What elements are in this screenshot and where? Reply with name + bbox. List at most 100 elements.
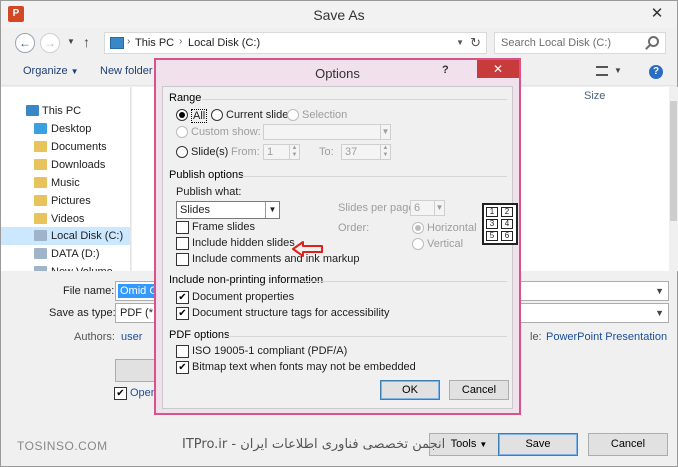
cancel-button[interactable]: Cancel [588,433,668,456]
options-dialog: Options ? ✕ Range All Current slide Sele… [154,58,521,415]
recent-locations-chevron-icon[interactable]: ▼ [67,37,75,46]
range-selection-label: Selection [302,109,348,121]
custom-show-select[interactable]: ▼ [263,124,391,140]
dialog-cancel-button[interactable]: Cancel [449,380,509,400]
up-arrow-icon[interactable]: ↑ [83,34,90,50]
slide-order-preview: 1 2 3 4 5 6 [482,203,518,245]
range-slides-label: Slide(s) [191,146,229,158]
spinner-arrows-icon[interactable]: ▲ ▼ [380,145,390,159]
sidebar-item-downloads[interactable]: Downloads [1,156,130,174]
window-close-button[interactable]: ✕ [647,4,667,24]
chevron-down-icon[interactable]: ▼ [655,308,664,318]
videos-folder-icon [34,213,47,224]
sidebar-item-label: DATA (D:) [51,248,100,260]
slides-per-page-value: 6 [414,202,421,214]
sidebar-item-new-volume-e[interactable]: New Volume (E:) [1,263,130,271]
chevron-down-icon[interactable]: ▼ [456,38,464,47]
order-horizontal-label: Horizontal [427,222,477,234]
sidebar-item-this-pc[interactable]: This PC [1,102,130,120]
range-slides-radio[interactable] [176,146,188,158]
watermark-itpro: انجمن تخصصی فناوری اطلاعات ایران - ITPro… [182,437,446,452]
open-file-after-publishing-checkbox[interactable] [114,387,127,400]
non-printing-section-label: Include non-printing information [169,274,324,286]
sidebar-item-data-d[interactable]: DATA (D:) [1,245,130,263]
refresh-icon[interactable]: ↻ [470,35,481,51]
dialog-close-button[interactable]: ✕ [477,60,519,78]
sidebar-item-local-disk-c[interactable]: Local Disk (C:) [1,227,130,245]
music-folder-icon [34,177,47,188]
iso-pdfa-checkbox[interactable] [176,345,189,358]
forward-button[interactable]: → [40,33,60,53]
order-vertical-label: Vertical [427,238,464,250]
spinner-arrows-icon[interactable]: ▲ ▼ [289,145,299,159]
file-name-label: File name: [63,285,115,297]
file-list-scrollbar[interactable] [669,87,678,271]
sidebar-item-label: Videos [51,213,85,225]
breadcrumb-this-pc[interactable]: This PC [135,37,174,49]
save-button[interactable]: Save [498,433,578,456]
search-input[interactable]: Search Local Disk (C:) [501,37,611,49]
preview-cell: 5 [486,231,498,241]
help-icon[interactable]: ? [649,65,663,79]
organize-menu[interactable]: Organize ▼ [23,65,79,77]
sidebar-item-label: Music [51,177,80,189]
organize-label: Organize [23,65,68,77]
bitmap-text-checkbox[interactable] [176,361,189,374]
back-button[interactable]: ← [15,33,35,53]
include-comments-checkbox[interactable] [176,253,189,266]
publish-what-select[interactable]: Slides ▼ [176,201,280,219]
publish-what-value: Slides [180,204,210,216]
scrollbar-thumb[interactable] [670,101,677,221]
new-folder-button[interactable]: New folder [100,65,153,77]
computer-icon [110,37,124,49]
options-button[interactable] [115,359,157,382]
drive-icon [34,230,47,241]
order-horizontal-radio[interactable] [412,222,424,234]
range-selection-radio[interactable] [287,109,299,121]
view-options-icon[interactable] [596,66,608,76]
chevron-down-icon[interactable]: ▼ [614,66,622,75]
range-current-slide-radio[interactable] [211,109,223,121]
chevron-down-icon: ▼ [70,67,79,76]
tools-label: Tools [450,438,477,450]
from-spinner[interactable]: 1 ▲ ▼ [263,144,300,160]
frame-slides-label: Frame slides [192,221,255,233]
dialog-ok-button[interactable]: OK [380,380,440,400]
order-vertical-radio[interactable] [412,238,424,250]
sidebar-item-desktop[interactable]: Desktop [1,120,130,138]
bitmap-text-label: Bitmap text when fonts may not be embedd… [192,361,416,373]
authors-field[interactable]: user [121,331,142,343]
size-column-header[interactable]: Size [584,90,605,102]
to-spinner[interactable]: 37 ▲ ▼ [341,144,391,160]
document-properties-checkbox[interactable] [176,291,189,304]
title-field[interactable]: PowerPoint Presentation [546,331,667,343]
range-all-radio[interactable] [176,109,188,121]
sidebar-item-music[interactable]: Music [1,174,130,192]
downloads-folder-icon [34,159,47,170]
search-box[interactable]: Search Local Disk (C:) [494,32,666,54]
chevron-down-icon[interactable]: ▼ [655,286,664,296]
save-as-type-label: Save as type: [49,307,116,319]
sidebar-item-pictures[interactable]: Pictures [1,192,130,210]
structure-tags-label: Document structure tags for accessibilit… [192,307,390,319]
breadcrumb-local-disk[interactable]: Local Disk (C:) [188,37,260,49]
sidebar-item-label: Pictures [51,195,91,207]
drive-icon [34,248,47,259]
chevron-down-icon: ▼ [479,440,488,449]
structure-tags-checkbox[interactable] [176,307,189,320]
include-hidden-slides-checkbox[interactable] [176,237,189,250]
sidebar-item-label: Documents [51,141,107,153]
computer-icon [26,105,39,116]
address-bar[interactable]: › This PC › Local Disk (C:) ▼ ↻ [104,32,487,54]
sidebar-item-documents[interactable]: Documents [1,138,130,156]
from-label: From: [231,146,260,158]
preview-cell: 6 [501,231,513,241]
dialog-help-button[interactable]: ? [442,64,449,76]
sidebar-item-videos[interactable]: Videos [1,210,130,228]
range-custom-show-radio[interactable] [176,126,188,138]
title-bar: P Save As ✕ [1,1,677,28]
pictures-folder-icon [34,195,47,206]
frame-slides-checkbox[interactable] [176,221,189,234]
preview-cell: 2 [501,207,513,217]
slides-per-page-select[interactable]: 6 ▼ [410,200,445,216]
